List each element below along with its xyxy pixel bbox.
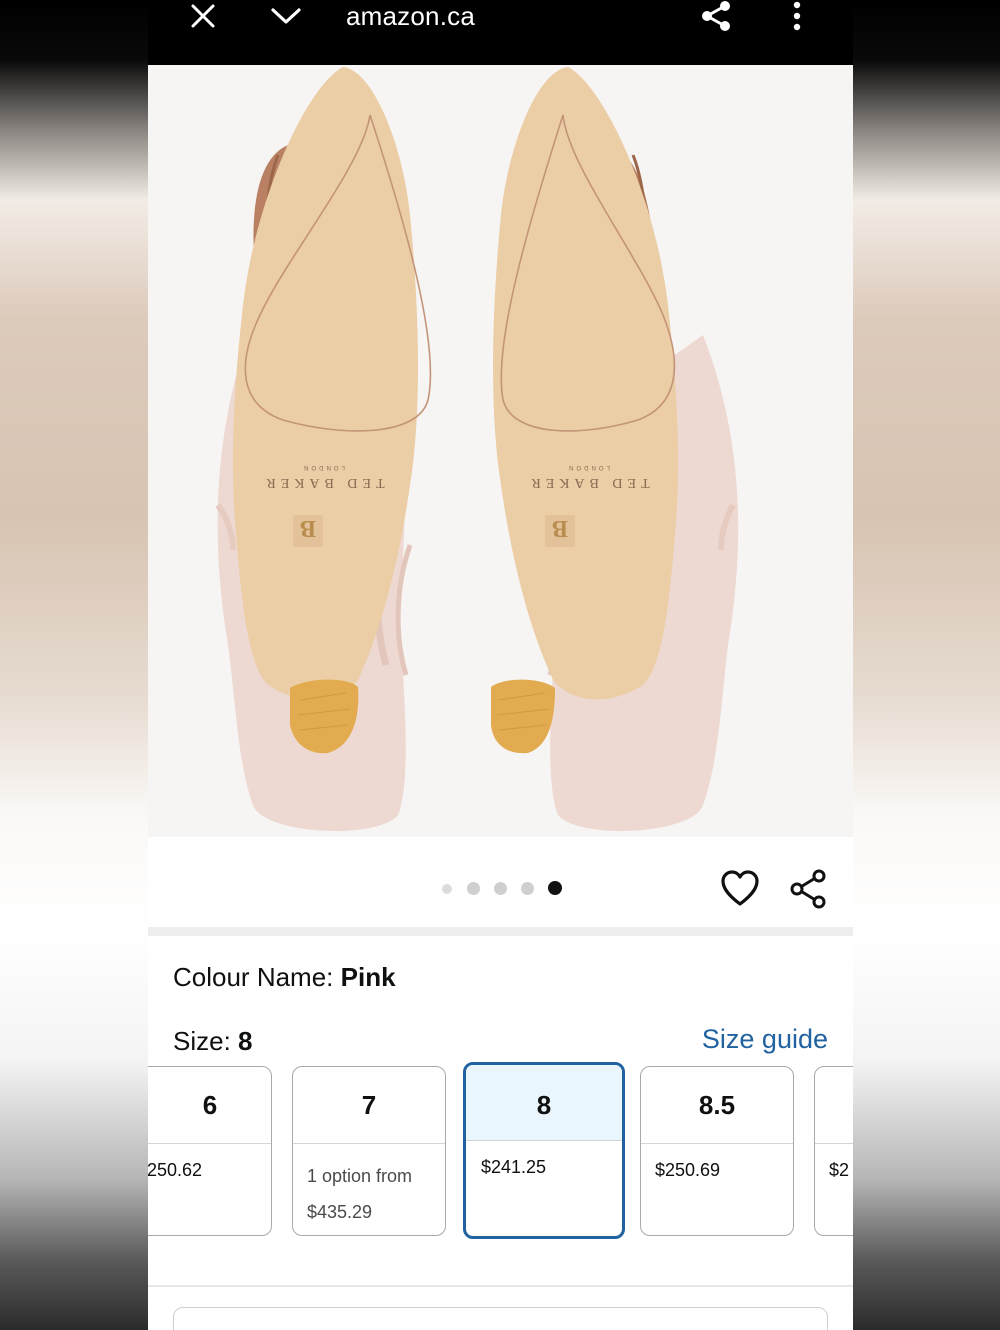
carousel-dot[interactable] [521, 882, 534, 895]
section-divider [148, 927, 853, 936]
size-option-price: $435.29 [307, 1202, 373, 1222]
chevron-down-icon[interactable] [268, 0, 304, 32]
colour-value: Pink [340, 962, 396, 992]
share-icon[interactable] [696, 0, 736, 32]
bottom-divider [148, 1285, 853, 1287]
size-option-price: $250.69 [655, 1160, 721, 1180]
carousel-dot[interactable] [467, 882, 480, 895]
product-image[interactable]: TED BAKER LONDON B TED BAKER LONDON B [148, 65, 853, 837]
svg-text:LONDON: LONDON [301, 464, 345, 470]
size-option-6[interactable]: 6 250.62 [148, 1066, 272, 1236]
size-label: Size: [173, 1026, 239, 1056]
size-option-label: 8 [466, 1065, 622, 1141]
more-vertical-icon[interactable] [784, 0, 810, 32]
right-backdrop [852, 0, 1000, 1330]
size-option-8-5[interactable]: 8.5 $250.69 [640, 1066, 794, 1236]
phone-screen: amazon.ca TED BAKER LONDON B TED BAKER L… [148, 0, 853, 1330]
colour-name: Colour Name: Pink [173, 962, 396, 993]
carousel-dot-active[interactable] [548, 881, 562, 895]
size-option-price: 250.62 [148, 1160, 203, 1180]
size-option-next[interactable]: $2 [814, 1066, 853, 1236]
url-text[interactable]: amazon.ca [346, 0, 475, 32]
size-option-7[interactable]: 7 1 option from $435.29 [292, 1066, 446, 1236]
size-value: 8 [238, 1026, 253, 1056]
svg-text:B: B [552, 515, 568, 541]
size-option-8[interactable]: 8 $241.25 [463, 1062, 625, 1239]
heart-icon[interactable] [720, 869, 760, 909]
size-option-label: 6 [148, 1067, 271, 1144]
size-option-availability: 1 option from $435.29 [293, 1144, 445, 1230]
browser-top-bar: amazon.ca [148, 0, 853, 65]
size-option-label [815, 1067, 853, 1144]
next-section-box[interactable] [173, 1307, 828, 1330]
size-selected: Size: 8 [173, 1026, 253, 1057]
close-icon[interactable] [188, 0, 218, 32]
size-option-price: $2 [829, 1160, 850, 1180]
colour-label: Colour Name: [173, 962, 341, 992]
share-icon[interactable] [788, 869, 828, 909]
size-option-options-count: 1 option from [307, 1166, 413, 1186]
svg-text:LONDON: LONDON [566, 464, 610, 470]
svg-text:TED BAKER: TED BAKER [526, 475, 649, 490]
sole-monogram: B [300, 515, 316, 541]
size-option-label: 7 [293, 1067, 445, 1144]
left-backdrop [0, 0, 148, 1330]
size-guide-link[interactable]: Size guide [702, 1024, 828, 1055]
carousel-dot[interactable] [442, 884, 452, 894]
size-option-price: $241.25 [481, 1157, 547, 1177]
carousel-controls [148, 837, 853, 927]
size-option-label: 8.5 [641, 1067, 793, 1144]
carousel-dot[interactable] [494, 882, 507, 895]
sole-brand-text: TED BAKER [261, 475, 384, 490]
